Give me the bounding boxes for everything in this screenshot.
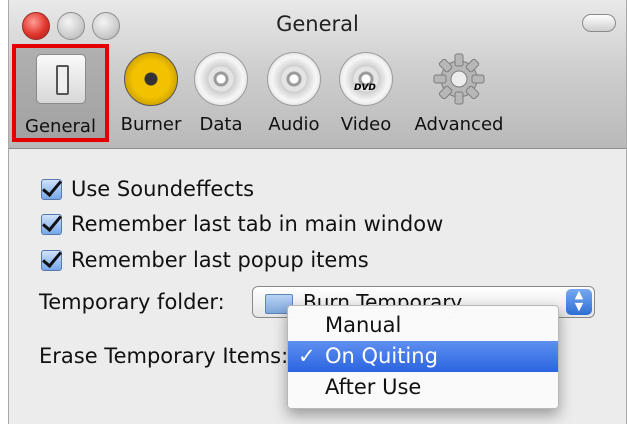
- checkbox-remember-last-popup[interactable]: Remember last popup items: [41, 248, 369, 272]
- checkbox-checked-icon[interactable]: [41, 213, 62, 235]
- dvd-disc-icon: DVD: [338, 52, 394, 108]
- disc-icon: [193, 52, 249, 108]
- erase-temporary-items-label: Erase Temporary Items:: [39, 344, 289, 368]
- checkbox-remember-last-tab[interactable]: Remember last tab in main window: [41, 212, 443, 236]
- menu-item-manual[interactable]: Manual: [288, 310, 558, 341]
- temporary-folder-label: Temporary folder:: [39, 290, 225, 314]
- window-title: General: [276, 12, 359, 36]
- menu-item-after-use[interactable]: After Use: [288, 372, 558, 403]
- toolbar-item-video[interactable]: DVD Video: [335, 48, 397, 138]
- toolbar-item-label: Video: [340, 114, 392, 135]
- toolbar-item-label: Audio: [268, 114, 320, 135]
- menu-item-label: Manual: [325, 313, 402, 337]
- checkmark-icon: ✓: [298, 344, 316, 368]
- menu-item-label: After Use: [325, 375, 422, 399]
- toolbar-item-label: Data: [199, 114, 243, 135]
- checkbox-checked-icon[interactable]: [41, 249, 62, 271]
- toolbar-item-data[interactable]: Data: [189, 48, 253, 138]
- toolbar-item-burner[interactable]: Burner: [113, 48, 189, 138]
- checkbox-label: Use Soundeffects: [71, 177, 255, 201]
- toolbar-item-audio[interactable]: Audio: [261, 48, 327, 138]
- switch-icon: [33, 54, 89, 110]
- burner-icon: [123, 52, 179, 108]
- titlebar-toolbar: General General Burner Data Audio DVD Vi…: [9, 0, 626, 149]
- checkbox-use-soundeffects[interactable]: Use Soundeffects: [41, 177, 254, 201]
- toolbar-item-label: Advanced: [414, 114, 504, 135]
- disc-icon: [266, 52, 322, 108]
- menu-item-label: On Quiting: [325, 344, 438, 368]
- gear-icon: [431, 52, 487, 108]
- checkbox-label: Remember last popup items: [71, 248, 369, 272]
- checkbox-checked-icon[interactable]: [41, 178, 62, 200]
- toolbar-item-general[interactable]: General: [12, 44, 109, 142]
- toolbar-toggle-button[interactable]: [582, 14, 616, 32]
- dvd-disc-text: DVD: [354, 83, 376, 93]
- checkbox-label: Remember last tab in main window: [71, 212, 444, 236]
- toolbar-item-label: Burner: [120, 114, 182, 135]
- toolbar-item-label: General: [25, 116, 96, 137]
- menu-item-on-quiting[interactable]: ✓ On Quiting: [288, 341, 558, 372]
- toolbar-item-advanced[interactable]: Advanced: [406, 48, 512, 138]
- erase-options-popup-menu: Manual ✓ On Quiting After Use: [287, 305, 559, 409]
- popup-arrows-icon: ▲ ▼: [566, 289, 592, 315]
